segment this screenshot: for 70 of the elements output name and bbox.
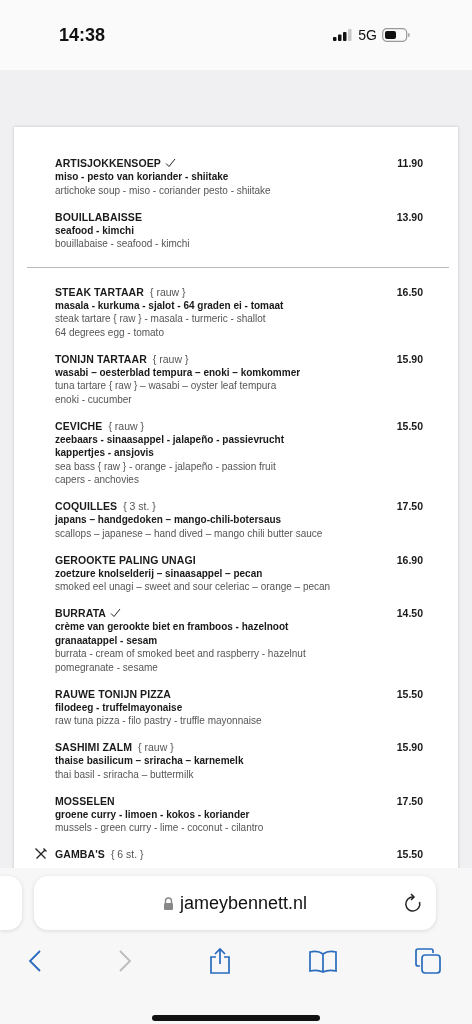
dish-name: ARTISJOKKENSOEP xyxy=(55,157,161,169)
dish-price: 15.90 xyxy=(396,741,423,753)
dish-ingredients: groene curry - limoen - kokos - koriander xyxy=(55,807,251,821)
dish-name: BURRATA xyxy=(55,607,107,619)
dish-ingredients: masala - kurkuma - sjalot - 64 graden ei - tomaat xyxy=(55,298,285,312)
dish-name: COQUILLES xyxy=(55,500,118,512)
dish-price: 17.50 xyxy=(396,794,423,807)
dish-price: 15.50 xyxy=(396,419,423,432)
dish-translation: scallops – japanese – hand dived – mango chili butter sauce xyxy=(55,526,324,540)
dish-name: MOSSELEN xyxy=(55,794,115,807)
network-label: 5G xyxy=(358,27,377,43)
dish-translation: bouillabaise - seafood - kimchi xyxy=(55,237,191,251)
dish-ingredients: filodeeg - truffelmayonaise xyxy=(55,700,184,714)
status-time: 14:38 xyxy=(59,24,106,46)
dish-price: 13.90 xyxy=(396,210,423,223)
dish-name: CEVICHE xyxy=(55,419,103,432)
tabs-icon[interactable] xyxy=(414,947,442,975)
address-bar[interactable]: jameybennett.nl xyxy=(34,876,436,930)
back-icon[interactable] xyxy=(28,949,42,973)
dish-ingredients: granaatappel - sesam xyxy=(55,633,159,647)
dish-name: SASHIMI ZALM xyxy=(55,741,133,753)
dish-translation: pomegranate - sesame xyxy=(55,660,159,674)
dish-name: TONIJN TARTAAR xyxy=(55,352,147,365)
url-text: jameybennett.nl xyxy=(179,892,308,914)
dish-translation: raw tuna pizza - filo pastry - truffle mayonnaise xyxy=(55,714,263,728)
battery-icon xyxy=(382,28,410,42)
dish-translation: artichoke soup - miso - coriander pesto - shiitake xyxy=(55,183,272,197)
lock-icon xyxy=(162,896,174,910)
dish-note: { rauw } xyxy=(138,741,174,753)
share-icon[interactable] xyxy=(208,947,232,975)
dish-note: { rauw } xyxy=(150,285,186,298)
dish-price: 11.90 xyxy=(397,157,423,169)
reload-icon[interactable] xyxy=(404,893,422,913)
dish-translation: thai basil - sriracha – buttermilk xyxy=(55,767,195,781)
signal-icon xyxy=(333,29,354,41)
dish-name: STEAK TARTAAR xyxy=(55,285,144,298)
dish-note: { 3 st. } xyxy=(123,500,156,512)
dish-ingredients: japans – handgedoken – mango-chili-botersaus xyxy=(55,513,283,527)
dish-ingredients: crème van gerookte biet en framboos - hazelnoot xyxy=(55,620,290,634)
dish-note: { 6 st. } xyxy=(110,848,144,860)
dish-translation: tuna tartare { raw } – wasabi – oyster leaf tempura xyxy=(55,379,278,393)
dish-translation: smoked eel unagi – sweet and sour celeriac – orange – pecan xyxy=(55,580,332,594)
dish-ingredients: zoetzure knolselderij – sinaasappel – pecan xyxy=(55,566,264,580)
dish-name: GEROOKTE PALING UNAGI xyxy=(55,553,196,566)
dish-note: { rauw } xyxy=(108,419,144,432)
dish-translation: sea bass { raw } - orange - jalapeño - passion fruit xyxy=(55,459,277,473)
dish-ingredients: wasabi – oesterblad tempura – enoki – komkommer xyxy=(55,365,302,379)
dish-note: { rauw } xyxy=(152,352,189,365)
dish-name: BOUILLABAISSE xyxy=(55,210,143,223)
dish-ingredients: thaise basilicum – sriracha – karnemelk xyxy=(55,754,245,768)
dish-translation: steak tartare { raw } - masala - turmeric - shallot xyxy=(55,312,267,326)
dish-price: 16.90 xyxy=(396,553,423,566)
dish-ingredients: seafood - kimchi xyxy=(55,223,135,237)
dish-translation: mussels - green curry - lime - coconut - cilantro xyxy=(55,821,265,835)
dish-price: 15.50 xyxy=(396,848,423,860)
dish-translation: capers - anchovies xyxy=(55,473,140,487)
dish-price: 14.50 xyxy=(396,607,423,619)
dish-price: 16.50 xyxy=(396,285,423,298)
dish-price: 15.50 xyxy=(396,687,423,700)
dish-price: 15.90 xyxy=(396,352,423,365)
dish-name: RAUWE TONIJN PIZZA xyxy=(55,687,171,700)
dish-price: 17.50 xyxy=(396,500,423,512)
dish-translation: enoki - cucumber xyxy=(55,392,133,406)
dish-ingredients: miso - pesto van koriander - shiitake xyxy=(55,170,230,184)
dish-translation: 64 degrees egg - tomato xyxy=(55,325,165,339)
bookmarks-icon[interactable] xyxy=(308,949,338,973)
dish-translation: burrata - cream of smoked beet and raspberry - hazelnut xyxy=(55,647,307,661)
dish-ingredients: kappertjes - ansjovis xyxy=(55,446,155,460)
dish-ingredients: zeebaars - sinaasappel - jalapeño - passievrucht xyxy=(55,432,285,446)
dish-name: GAMBA'S xyxy=(55,848,105,860)
